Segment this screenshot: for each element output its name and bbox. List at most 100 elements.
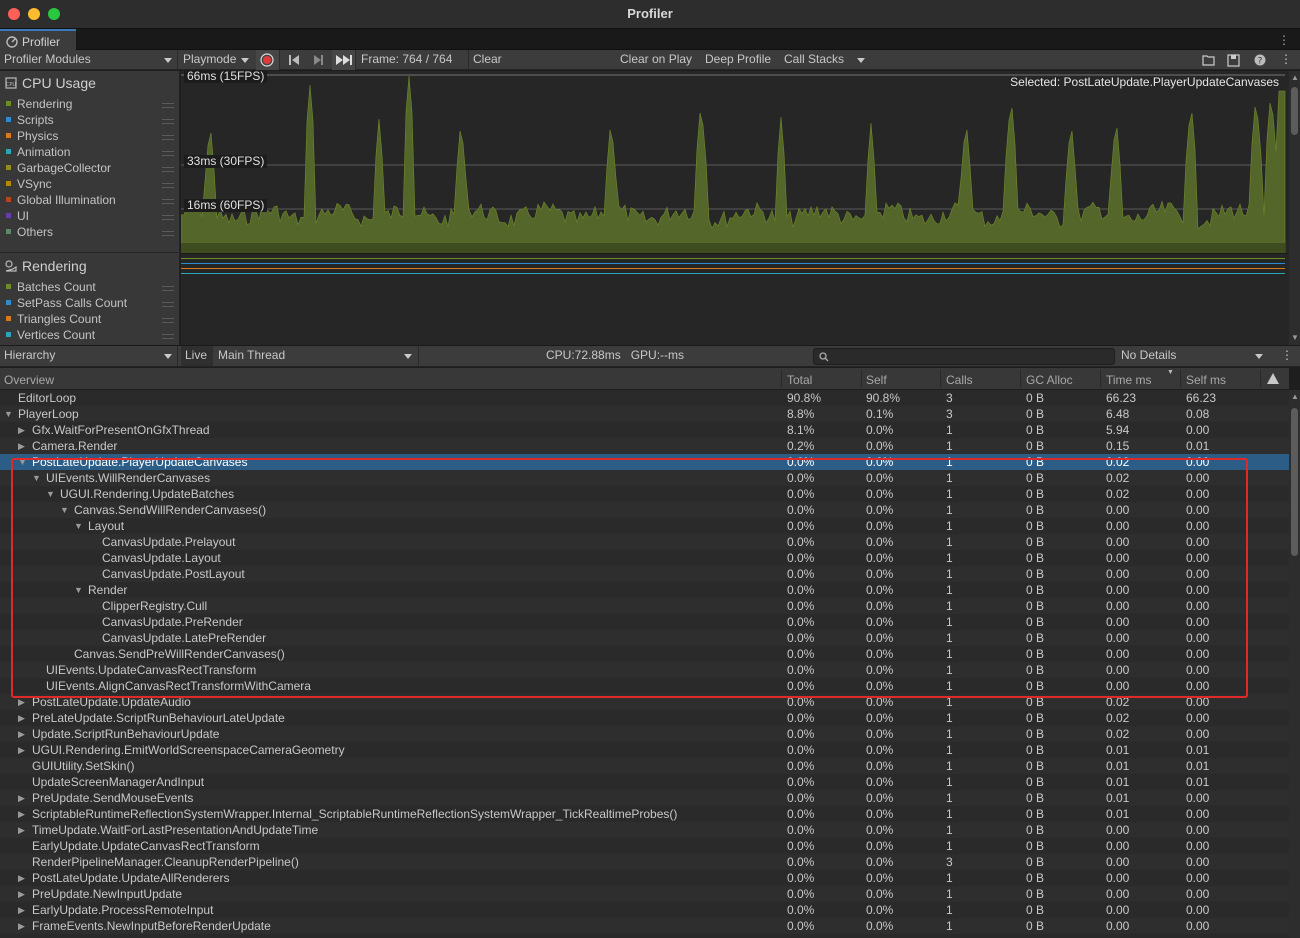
collapsed-arrow-icon[interactable]: ▶ <box>18 742 28 758</box>
cpu-legend-item[interactable]: Global Illumination <box>6 193 116 209</box>
drag-handle-icon[interactable] <box>162 199 174 204</box>
table-row[interactable]: ▶ TimeUpdate.WaitForLastPresentationAndUp… <box>0 822 1289 838</box>
table-row[interactable]: ▼ Canvas.SendWillRenderCanvases() 0.0% 0.0%… <box>0 502 1289 518</box>
expanded-arrow-icon[interactable]: ▼ <box>60 502 70 518</box>
help-button[interactable]: ? <box>1251 50 1269 70</box>
table-row[interactable]: ▶ ScriptableRuntimeReflectionSystemWrappe… <box>0 806 1289 822</box>
clear-button[interactable]: Clear <box>468 50 508 70</box>
collapsed-arrow-icon[interactable]: ▶ <box>18 886 28 902</box>
column-time-ms[interactable]: Time ms <box>1106 373 1152 387</box>
deep-profile-toggle[interactable]: Deep Profile <box>702 50 780 70</box>
collapsed-arrow-icon[interactable]: ▶ <box>18 438 28 454</box>
tab-profiler[interactable]: Profiler <box>0 29 76 50</box>
table-row[interactable]: CanvasUpdate.PostLayout 0.0% 0.0% 1 0 B 0.00 0… <box>0 566 1289 582</box>
collapsed-arrow-icon[interactable]: ▶ <box>18 822 28 838</box>
hierarchy-scrollbar[interactable]: ▲ <box>1289 390 1300 938</box>
search-input[interactable] <box>813 348 1115 365</box>
drag-handle-icon[interactable] <box>162 215 174 220</box>
rendering-legend-item[interactable]: Vertices Count <box>6 328 95 344</box>
table-row[interactable]: ▶ PreUpdate.NewInputUpdate 0.0% 0.0% 1 0 B 0.0… <box>0 886 1289 902</box>
details-menu-icon[interactable]: ⋮ <box>1281 346 1293 366</box>
modules-scroll-thumb[interactable] <box>1291 87 1298 135</box>
call-stacks-dropdown[interactable] <box>852 50 870 70</box>
details-dropdown[interactable]: No Details <box>1118 346 1268 366</box>
playmode-dropdown[interactable]: Playmode <box>180 50 254 70</box>
rendering-legend-item[interactable]: Triangles Count <box>6 312 101 328</box>
table-row[interactable]: ▶ UGUI.Rendering.EmitWorldScreenspaceCame… <box>0 742 1289 758</box>
thread-dropdown[interactable]: Main Thread <box>214 346 419 366</box>
live-toggle[interactable]: Live <box>181 346 213 366</box>
table-row[interactable]: ▼ PostLateUpdate.PlayerUpdateCanvases 0.0%… <box>0 454 1289 470</box>
table-row[interactable]: ▶ Gfx.WaitForPresentOnGfxThread 8.1% 0.0% 1 0… <box>0 422 1289 438</box>
save-button[interactable] <box>1225 50 1243 70</box>
rendering-legend-item[interactable]: Batches Count <box>6 280 96 296</box>
table-row[interactable]: CanvasUpdate.LatePreRender 0.0% 0.0% 1 0 B 0.… <box>0 630 1289 646</box>
record-button[interactable] <box>256 50 280 70</box>
cpu-module-header[interactable]: CPU CPU Usage <box>4 75 96 91</box>
drag-handle-icon[interactable] <box>162 318 174 323</box>
table-row[interactable]: CanvasUpdate.PreRender 0.0% 0.0% 1 0 B 0.00 0.… <box>0 614 1289 630</box>
expanded-arrow-icon[interactable]: ▼ <box>74 518 84 534</box>
load-button[interactable] <box>1200 50 1218 70</box>
table-row[interactable]: UpdateScreenManagerAndInput 0.0% 0.0% 1 0 B 0… <box>0 774 1289 790</box>
column-total[interactable]: Total <box>787 373 812 387</box>
table-row[interactable]: ▶ PostLateUpdate.UpdateAllRenderers 0.0% 0.… <box>0 870 1289 886</box>
rendering-module-header[interactable]: Rendering <box>4 258 87 274</box>
cpu-legend-item[interactable]: Physics <box>6 129 58 145</box>
cpu-legend-item[interactable]: GarbageCollector <box>6 161 111 177</box>
collapsed-arrow-icon[interactable]: ▶ <box>18 710 28 726</box>
table-row[interactable]: ▼ Layout 0.0% 0.0% 1 0 B 0.00 0.00 <box>0 518 1289 534</box>
table-row[interactable]: UIEvents.AlignCanvasRectTransformWithCam… <box>0 678 1289 694</box>
table-row[interactable]: ▼ UGUI.Rendering.UpdateBatches 0.0% 0.0% 1 0 … <box>0 486 1289 502</box>
scroll-up-icon[interactable]: ▲ <box>1291 73 1299 82</box>
collapsed-arrow-icon[interactable]: ▶ <box>18 726 28 742</box>
expanded-arrow-icon[interactable]: ▼ <box>4 406 14 422</box>
table-row[interactable]: CanvasUpdate.Prelayout 0.0% 0.0% 1 0 B 0.00 0.… <box>0 534 1289 550</box>
warning-column-icon[interactable] <box>1266 372 1280 388</box>
table-row[interactable]: ▶ PreLateUpdate.ScriptRunBehaviourLateUpd… <box>0 710 1289 726</box>
cpu-legend-item[interactable]: UI <box>6 209 29 225</box>
table-row[interactable]: Canvas.SendPreWillRenderCanvases() 0.0% 0.… <box>0 646 1289 662</box>
table-row[interactable]: ▶ PostLateUpdate.UpdateAudio 0.0% 0.0% 1 0 B 0… <box>0 694 1289 710</box>
drag-handle-icon[interactable] <box>162 151 174 156</box>
cpu-legend-item[interactable]: Animation <box>6 145 70 161</box>
table-row[interactable]: ▶ EarlyUpdate.ProcessRemoteInput 0.0% 0.0% 1… <box>0 902 1289 918</box>
collapsed-arrow-icon[interactable]: ▶ <box>18 902 28 918</box>
expanded-arrow-icon[interactable]: ▼ <box>46 486 56 502</box>
table-row[interactable]: ▼ UIEvents.WillRenderCanvases 0.0% 0.0% 1 0 B… <box>0 470 1289 486</box>
rendering-chart[interactable] <box>181 253 1289 345</box>
drag-handle-icon[interactable] <box>162 286 174 291</box>
modules-scrollbar[interactable]: ▲ ▼ <box>1289 71 1300 345</box>
cpu-legend-item[interactable]: Others <box>6 225 53 241</box>
column-overview[interactable]: Overview <box>4 373 54 387</box>
drag-handle-icon[interactable] <box>162 231 174 236</box>
next-frame-button[interactable] <box>306 50 330 70</box>
cpu-legend-item[interactable]: Rendering <box>6 97 72 113</box>
current-frame-button[interactable] <box>332 50 356 70</box>
table-row[interactable]: CanvasUpdate.Layout 0.0% 0.0% 1 0 B 0.00 0.00 <box>0 550 1289 566</box>
expanded-arrow-icon[interactable]: ▼ <box>18 454 28 470</box>
table-row[interactable]: ▶ Update.ScriptRunBehaviourUpdate 0.0% 0.0%… <box>0 726 1289 742</box>
rendering-legend-item[interactable]: SetPass Calls Count <box>6 296 127 312</box>
drag-handle-icon[interactable] <box>162 119 174 124</box>
more-options-icon[interactable]: ⋮ <box>1278 33 1290 47</box>
drag-handle-icon[interactable] <box>162 135 174 140</box>
expanded-arrow-icon[interactable]: ▼ <box>74 582 84 598</box>
collapsed-arrow-icon[interactable]: ▶ <box>18 790 28 806</box>
drag-handle-icon[interactable] <box>162 103 174 108</box>
clear-on-play-toggle[interactable]: Clear on Play <box>617 50 699 70</box>
scroll-down-icon[interactable]: ▼ <box>1291 333 1299 342</box>
first-frame-button[interactable] <box>282 50 306 70</box>
table-row[interactable]: EarlyUpdate.UpdateCanvasRectTransform 0.0… <box>0 838 1289 854</box>
view-type-dropdown[interactable]: Hierarchy <box>0 346 178 366</box>
cpu-usage-chart[interactable]: 66ms (15FPS) 33ms (30FPS) 16ms (60FPS) S… <box>181 70 1289 253</box>
cpu-legend-item[interactable]: Scripts <box>6 113 54 129</box>
table-row[interactable]: ▶ FrameEvents.NewInputBeforeRenderUpdate 0… <box>0 918 1289 934</box>
table-row[interactable]: ▼ Render 0.0% 0.0% 1 0 B 0.00 0.00 <box>0 582 1289 598</box>
column-self-ms[interactable]: Self ms <box>1186 373 1226 387</box>
table-row[interactable]: ▶ Camera.Render 0.2% 0.0% 1 0 B 0.15 0.01 <box>0 438 1289 454</box>
table-row[interactable]: ClipperRegistry.Cull 0.0% 0.0% 1 0 B 0.00 0.00 <box>0 598 1289 614</box>
column-self[interactable]: Self <box>866 373 887 387</box>
column-calls[interactable]: Calls <box>946 373 973 387</box>
toolbar-menu-icon[interactable]: ⋮ <box>1280 50 1292 70</box>
